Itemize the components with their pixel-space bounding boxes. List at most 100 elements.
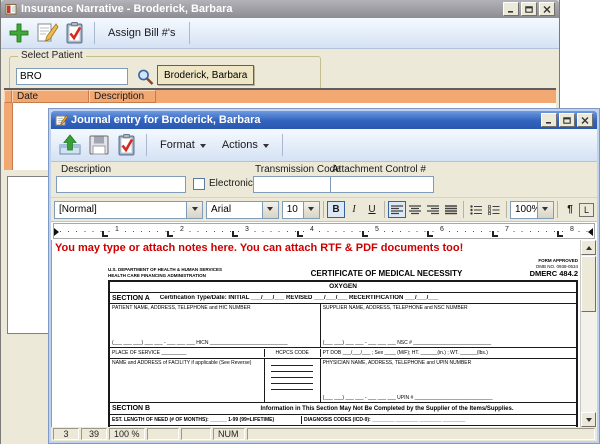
close-icon	[543, 6, 551, 13]
tab-stop-marker[interactable]	[362, 231, 368, 237]
ruler-number: 4	[307, 225, 317, 234]
assign-bill-label: Assign Bill #'s	[108, 27, 176, 39]
maximize-button[interactable]	[521, 2, 537, 16]
approve-journal-button[interactable]	[113, 132, 141, 158]
scroll-up-button[interactable]	[581, 240, 596, 255]
chevron-down-icon	[263, 144, 269, 151]
scrollbar-thumb[interactable]	[581, 256, 596, 312]
align-right-button[interactable]	[424, 201, 442, 218]
screen: Insurance Narrative - Broderick, Barbara	[0, 0, 600, 444]
supplier-phone-line: (___ ___) ___ ___ - ___ ___ ___ NSC # __…	[323, 340, 574, 346]
ruler-number: 5	[372, 225, 382, 234]
cmn-form-table: OXYGEN SECTION A Certification Type/Date…	[108, 280, 578, 427]
close-button[interactable]	[577, 113, 593, 127]
editor-document[interactable]: You may type or attach notes here. You c…	[51, 240, 597, 427]
toolbar-separator	[146, 134, 147, 156]
post-journal-button[interactable]	[55, 132, 85, 158]
zoom-combo[interactable]: 100%	[510, 201, 554, 219]
bullet-list-button[interactable]	[467, 201, 485, 218]
status-empty-panel	[181, 428, 211, 440]
format-menu-label: Format	[160, 139, 195, 151]
italic-button[interactable]: I	[345, 201, 363, 218]
journal-toolbar: Format Actions	[51, 129, 597, 162]
ruler[interactable]: 1 2 3 4 5 6 7 8	[51, 221, 597, 240]
tab-stop-marker[interactable]	[232, 231, 238, 237]
clipboard-check-icon	[63, 21, 87, 45]
align-left-button[interactable]	[388, 201, 406, 218]
journal-status-bar: 3 39 100 % NUM	[51, 427, 597, 441]
status-num-lock: NUM	[213, 428, 245, 440]
description-input[interactable]	[56, 176, 186, 193]
chevron-down-icon	[200, 144, 206, 151]
selected-patient-chip[interactable]: Broderick, Barbara	[157, 65, 254, 85]
save-journal-button[interactable]	[85, 132, 113, 158]
right-margin-marker-icon[interactable]	[588, 228, 593, 236]
toolbar-separator	[557, 201, 558, 218]
tab-stop-marker[interactable]	[427, 231, 433, 237]
journal-window-titlebar[interactable]: Journal entry for Broderick, Barbara	[51, 111, 597, 129]
electronic-label: Electronic	[209, 178, 253, 189]
show-paragraph-marks-button[interactable]: ¶	[561, 201, 579, 218]
align-left-icon	[391, 205, 403, 215]
grid-row-selector-column	[4, 103, 13, 170]
post-arrow-up-icon	[57, 133, 83, 157]
ruler-number: 8	[567, 225, 577, 234]
maximize-button[interactable]	[559, 113, 575, 127]
font-size-combo[interactable]: 10	[282, 201, 320, 219]
tab-stop-marker[interactable]	[557, 231, 563, 237]
bold-button[interactable]: B	[327, 201, 345, 218]
insurance-window-titlebar[interactable]: Insurance Narrative - Broderick, Barbara	[1, 0, 559, 18]
scroll-down-button[interactable]	[581, 412, 596, 427]
patient-search-button[interactable]	[131, 66, 159, 87]
paragraph-style-value: [Normal]	[55, 202, 186, 218]
format-menu-button[interactable]: Format	[152, 132, 214, 158]
arrow-down-icon	[586, 418, 592, 425]
paragraph-style-combo[interactable]: [Normal]	[54, 201, 203, 219]
section-b-label: SECTION B	[112, 405, 200, 412]
verify-narrative-button[interactable]	[61, 20, 89, 46]
actions-menu-button[interactable]: Actions	[214, 132, 277, 158]
minimize-icon	[545, 117, 553, 124]
tab-type-button[interactable]: L	[579, 203, 594, 217]
section-b-text: Information in This Section May Not Be C…	[200, 406, 574, 412]
grid-selector-header[interactable]	[4, 90, 12, 103]
arrow-up-icon	[586, 243, 592, 250]
maximize-icon	[563, 117, 571, 124]
align-justify-button[interactable]	[442, 201, 460, 218]
edit-narrative-button[interactable]	[33, 20, 61, 46]
status-empty-panel	[147, 428, 179, 440]
tab-stop-marker[interactable]	[297, 231, 303, 237]
minimize-button[interactable]	[541, 113, 557, 127]
electronic-checkbox[interactable]	[193, 178, 205, 190]
grid-header-date[interactable]: Date	[12, 90, 89, 103]
edit-pencil-icon	[35, 21, 59, 45]
align-center-button[interactable]	[406, 201, 424, 218]
tab-stop-marker[interactable]	[102, 231, 108, 237]
font-size-value: 10	[283, 202, 303, 218]
patient-search-input[interactable]	[16, 68, 128, 85]
attachment-control-label: Attachment Control #	[332, 164, 426, 175]
vertical-scrollbar[interactable]	[580, 240, 597, 427]
left-margin-marker-icon[interactable]	[54, 228, 59, 236]
close-button[interactable]	[539, 2, 555, 16]
numbered-list-button[interactable]	[485, 201, 503, 218]
hcpcs-code-label: HCPCS CODE	[264, 349, 320, 357]
attachment-control-input[interactable]	[330, 176, 434, 193]
insurance-app-icon	[5, 3, 17, 15]
minimize-button[interactable]	[503, 2, 519, 16]
grid-header-description[interactable]: Description	[89, 90, 156, 103]
add-plus-icon	[7, 21, 31, 45]
assign-bill-button[interactable]: Assign Bill #'s	[100, 20, 184, 46]
cmn-form-header: U.S. DEPARTMENT OF HEALTH & HUMAN SERVIC…	[108, 258, 578, 278]
journal-window-title: Journal entry for Broderick, Barbara	[71, 114, 537, 126]
journal-entry-window: Journal entry for Broderick, Barbara	[48, 108, 600, 444]
physician-name-label: PHYSICIAN NAME, ADDRESS, TELEPHONE and U…	[323, 360, 574, 366]
add-narrative-button[interactable]	[5, 20, 33, 46]
font-family-combo[interactable]: Arial	[206, 201, 279, 219]
transmission-code-input[interactable]	[253, 176, 331, 193]
tab-stop-marker[interactable]	[492, 231, 498, 237]
insurance-toolbar: Assign Bill #'s	[1, 18, 559, 49]
underline-button[interactable]: U	[363, 201, 381, 218]
tab-stop-marker[interactable]	[167, 231, 173, 237]
patient-phone-line: (___ ___ ___) ___ ___ - ___ ___ ___ HICN…	[112, 340, 318, 346]
